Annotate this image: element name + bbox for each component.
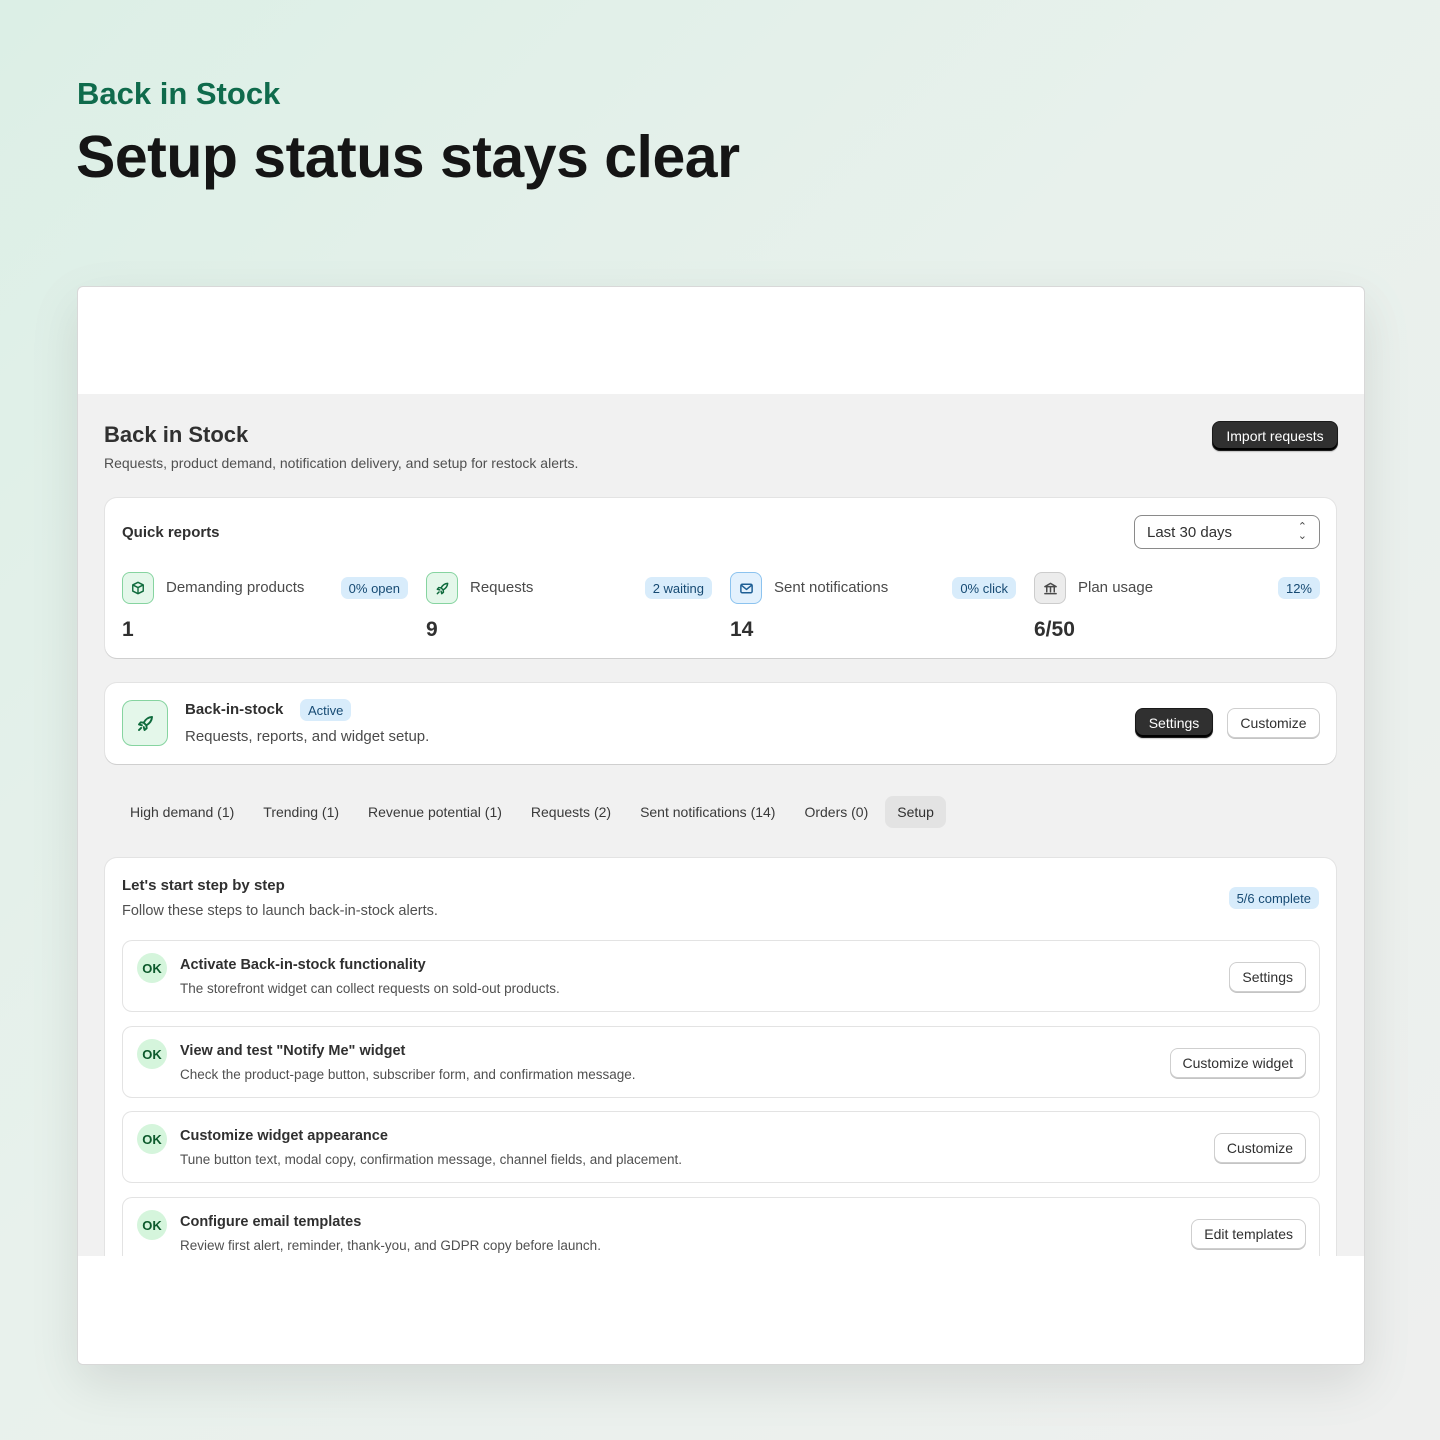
setup-card: Let's start step by step Follow these st… (105, 858, 1336, 1278)
metric-badge: 0% click (952, 577, 1016, 599)
setup-step-activate: OK Activate Back-in-stock functionality … (122, 940, 1320, 1012)
step-description: Tune button text, modal copy, confirmati… (180, 1152, 683, 1167)
tab-sent-notifications[interactable]: Sent notifications (14) (628, 796, 787, 828)
tab-high-demand[interactable]: High demand (1) (118, 796, 246, 828)
metric-demanding-products[interactable]: Demanding products 0% open 1 (122, 572, 408, 642)
setup-subtitle: Follow these steps to launch back-in-sto… (122, 903, 438, 919)
step-settings-button[interactable]: Settings (1229, 962, 1306, 992)
tab-revenue-potential[interactable]: Revenue potential (1) (356, 796, 514, 828)
tab-orders[interactable]: Orders (0) (792, 796, 880, 828)
bottom-clip (78, 1256, 1364, 1364)
step-complete-badge: OK (137, 1124, 167, 1154)
step-title: Customize widget appearance (180, 1128, 388, 1144)
feature-title: Back-in-stock (185, 701, 284, 718)
hero-eyebrow: Back in Stock (77, 76, 281, 111)
tab-requests[interactable]: Requests (2) (519, 796, 623, 828)
date-range-value: Last 30 days (1147, 523, 1233, 541)
metric-label: Sent notifications (774, 579, 889, 596)
customize-widget-button[interactable]: Customize widget (1169, 1048, 1306, 1078)
import-requests-button[interactable]: Import requests (1212, 421, 1338, 451)
mail-icon (730, 572, 762, 604)
step-title: View and test "Notify Me" widget (180, 1043, 406, 1059)
rocket-icon (426, 572, 458, 604)
edit-templates-button[interactable]: Edit templates (1191, 1219, 1306, 1249)
metric-label: Requests (470, 579, 534, 596)
step-complete-badge: OK (137, 953, 167, 983)
setup-step-appearance: OK Customize widget appearance Tune butt… (122, 1111, 1320, 1183)
status-badge: Active (300, 699, 352, 721)
feature-description: Requests, reports, and widget setup. (185, 728, 430, 745)
metric-badge: 12% (1277, 577, 1320, 599)
page-subtitle: Requests, product demand, notification d… (104, 455, 579, 471)
metric-value: 6/50 (1034, 618, 1075, 641)
tab-trending[interactable]: Trending (1) (251, 796, 351, 828)
metric-plan-usage[interactable]: Plan usage 12% 6/50 (1034, 572, 1320, 642)
settings-button[interactable]: Settings (1135, 708, 1213, 738)
metric-value: 9 (426, 618, 438, 641)
hero-title: Setup status stays clear (76, 124, 740, 190)
step-description: Check the product-page button, subscribe… (180, 1067, 636, 1082)
metric-label: Plan usage (1078, 579, 1154, 596)
step-title: Configure email templates (180, 1214, 362, 1230)
metric-badge: 0% open (340, 577, 408, 599)
step-customize-button[interactable]: Customize (1213, 1133, 1306, 1163)
customize-button[interactable]: Customize (1227, 708, 1320, 738)
step-description: The storefront widget can collect reques… (180, 981, 560, 996)
step-title: Activate Back-in-stock functionality (180, 957, 426, 973)
progress-badge: 5/6 complete (1228, 887, 1319, 909)
rocket-icon (122, 700, 168, 746)
select-chevrons-icon: ⌃ ⌄ (1297, 521, 1307, 542)
setup-title: Let's start step by step (122, 877, 285, 894)
metric-requests[interactable]: Requests 2 waiting 9 (426, 572, 712, 642)
step-complete-badge: OK (137, 1210, 167, 1240)
quick-reports-card: Quick reports Last 30 days ⌃ ⌄ Demanding … (105, 498, 1336, 658)
bank-icon (1034, 572, 1066, 604)
tab-bar: High demand (1) Trending (1) Revenue pot… (118, 796, 946, 828)
step-complete-badge: OK (137, 1039, 167, 1069)
quick-reports-title: Quick reports (122, 524, 220, 541)
package-icon (122, 572, 154, 604)
tab-setup[interactable]: Setup (885, 796, 946, 828)
page-title: Back in Stock (104, 422, 249, 447)
step-description: Review first alert, reminder, thank-you,… (180, 1238, 601, 1253)
metric-value: 14 (730, 618, 754, 641)
feature-card: Back-in-stock Active Requests, reports, … (105, 683, 1336, 764)
date-range-select[interactable]: Last 30 days ⌃ ⌄ (1134, 515, 1320, 549)
metric-label: Demanding products (166, 579, 305, 596)
setup-step-test-widget: OK View and test "Notify Me" widget Chec… (122, 1026, 1320, 1098)
metric-value: 1 (122, 618, 134, 641)
metric-badge: 2 waiting (644, 577, 712, 599)
metric-sent-notifications[interactable]: Sent notifications 0% click 14 (730, 572, 1016, 642)
app-window: Back in Stock Requests, product demand, … (77, 286, 1365, 1365)
